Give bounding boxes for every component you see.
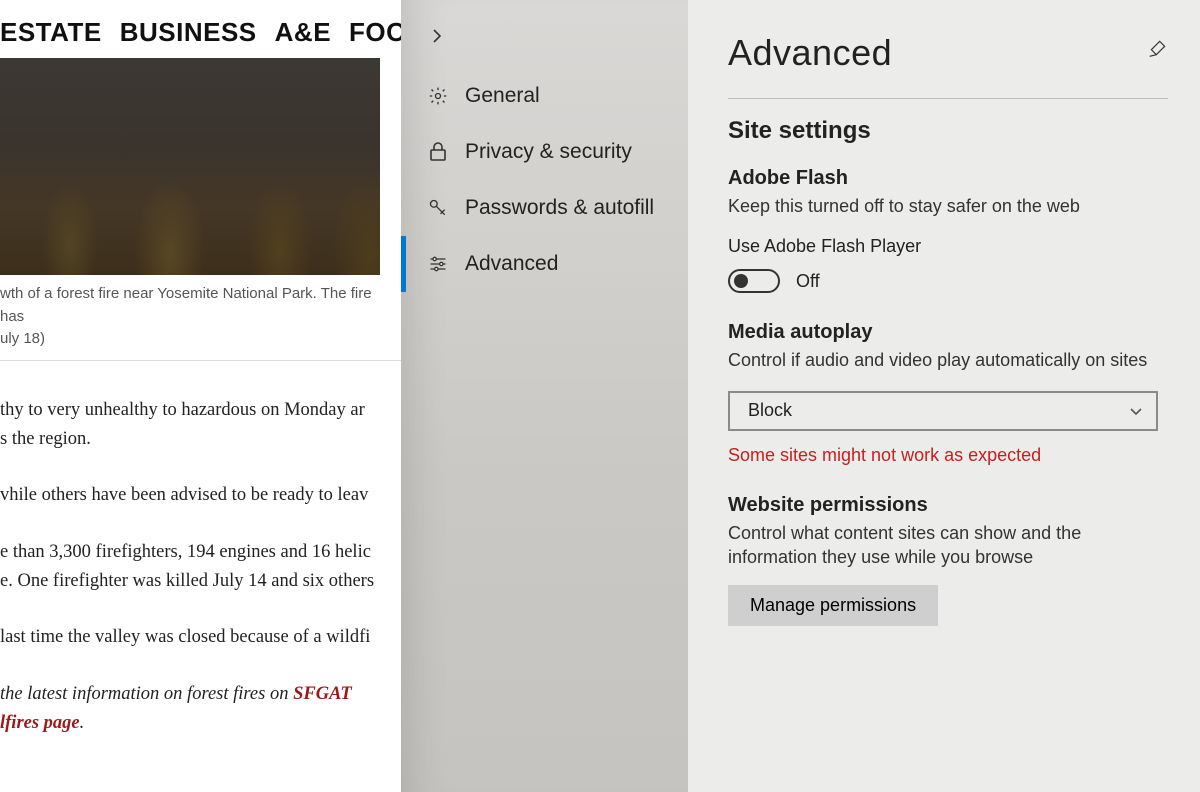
section-desc: Keep this turned off to stay safer on th… [728,194,1168,218]
sidebar-item-label: Privacy & security [465,140,632,164]
hero-image [0,58,380,275]
image-caption: wth of a forest fire near Yosemite Natio… [0,275,401,361]
key-icon [427,198,449,218]
autoplay-warning: Some sites might not work as expected [728,445,1168,466]
nav-ae[interactable]: A&E [275,17,331,48]
sidebar-item-privacy[interactable]: Privacy & security [401,124,688,180]
site-nav: ESTATE BUSINESS A&E FOOD LIVING [0,0,401,58]
divider [728,98,1168,99]
back-button[interactable] [429,28,445,44]
sliders-icon [427,254,449,274]
pin-button[interactable] [1148,38,1168,58]
background-article: ESTATE BUSINESS A&E FOOD LIVING wth of a… [0,0,401,792]
pane-title: Advanced [728,32,892,74]
autoplay-select[interactable]: Block [728,391,1158,431]
manage-permissions-button[interactable]: Manage permissions [728,585,938,626]
section-website-permissions: Website permissions Control what content… [728,494,1168,627]
settings-sidebar: General Privacy & security Passwords & a… [401,0,688,792]
sidebar-item-advanced[interactable]: Advanced [401,236,688,292]
lock-icon [427,142,449,162]
nav-estate[interactable]: ESTATE [0,17,102,48]
chevron-right-icon [429,28,445,44]
section-media-autoplay: Media autoplay Control if audio and vide… [728,321,1168,465]
section-desc: Control if audio and video play automati… [728,348,1168,372]
brand-link[interactable]: SFGAT [293,684,352,704]
nav-food[interactable]: FOOD [349,17,401,48]
wildfires-link[interactable]: lfires page [0,713,80,733]
sidebar-item-passwords[interactable]: Passwords & autofill [401,180,688,236]
pin-icon [1148,38,1168,58]
flash-toggle[interactable] [728,269,780,293]
section-heading: Adobe Flash [728,167,1168,190]
sidebar-item-label: Advanced [465,252,558,276]
flash-sub-label: Use Adobe Flash Player [728,236,1168,257]
article-body: thy to very unhealthy to hazardous on Mo… [0,361,401,737]
chevron-down-icon [1128,403,1144,419]
flash-toggle-label: Off [796,271,820,292]
section-desc: Control what content sites can show and … [728,521,1168,570]
section-heading: Media autoplay [728,321,1168,344]
sidebar-item-general[interactable]: General [401,68,688,124]
sidebar-item-label: Passwords & autofill [465,196,654,220]
settings-pane: Advanced Site settings Adobe Flash Keep … [688,0,1200,792]
sidebar-item-label: General [465,84,540,108]
autoplay-selected-value: Block [748,400,792,421]
nav-business[interactable]: BUSINESS [120,17,257,48]
pane-subtitle: Site settings [728,117,1168,145]
section-adobe-flash: Adobe Flash Keep this turned off to stay… [728,167,1168,293]
gear-icon [427,86,449,106]
section-heading: Website permissions [728,494,1168,517]
